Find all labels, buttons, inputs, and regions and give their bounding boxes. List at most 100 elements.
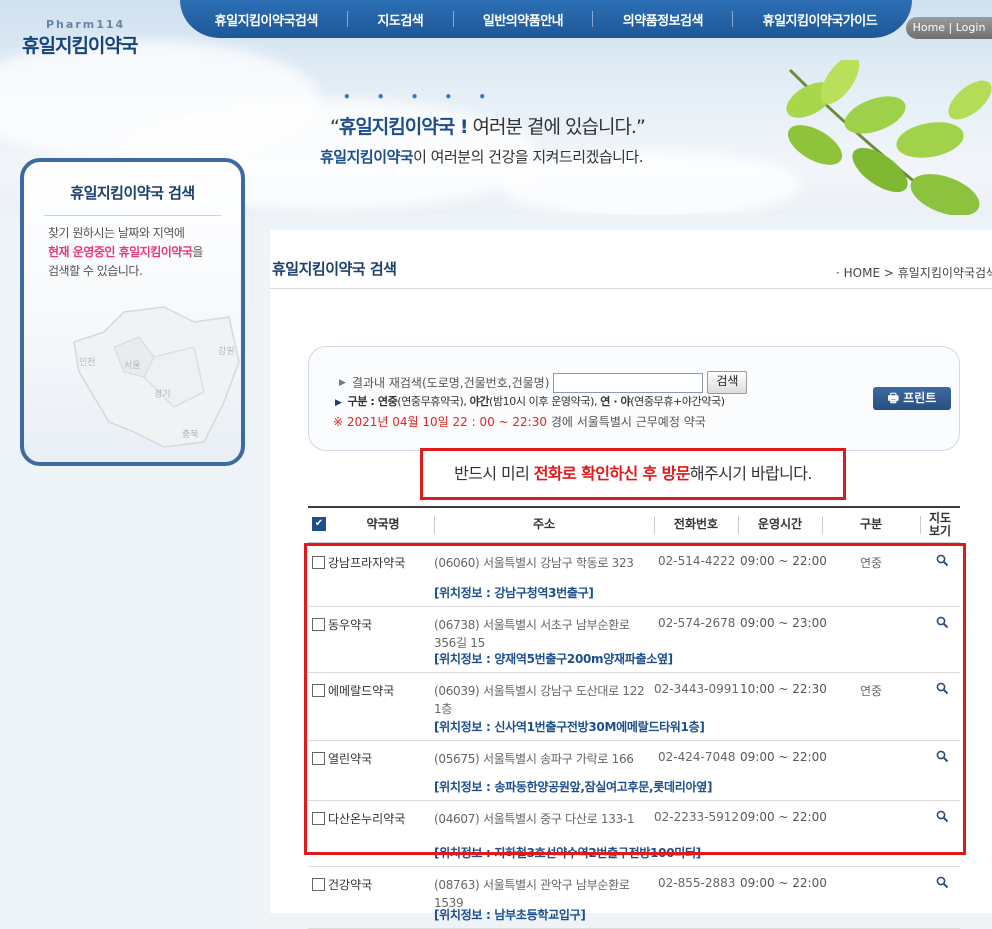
col-type: 구분	[859, 517, 883, 531]
call-ahead-notice: 반드시 미리 전화로 확인하신 후 방문해주시기 바랍니다.	[420, 448, 846, 500]
pharmacy-phone: 02-2233-5912	[654, 810, 740, 824]
pharmacy-location-info: [위치정보 : 송파동한양공원앞,잠실여고후문,롯데리아옆]	[434, 780, 713, 794]
row-checkbox[interactable]	[312, 812, 325, 825]
pharmacy-type: 연중	[860, 684, 883, 698]
printer-icon: 🖶	[887, 391, 904, 405]
logo-kr: 휴일지킴이약국	[22, 35, 138, 57]
pharmacy-address: (06738) 서울특별시 서초구 남부순환로 356길 15	[434, 618, 630, 650]
korea-region-map[interactable]: 인천 서울 경기 강원 충북	[54, 302, 244, 452]
pharmacy-name[interactable]: 에메랄드약국	[328, 682, 394, 699]
nav-pharmacy-guide[interactable]: 휴일지킴이약국가이드	[763, 10, 878, 29]
pharmacy-location-info: [위치정보 : 지하철3호선약수역2번출구전방100미터]	[434, 846, 701, 860]
search-panel: ▶ 결과내 재검색(도로명,건물번호,건물명) 검색 ▶ 구분 : 연중(연중무휴…	[308, 346, 960, 451]
slogan-strong: 휴일지킴이약국 !	[338, 116, 469, 138]
nav-separator	[347, 11, 349, 27]
triangle-bullet-icon: ▶	[335, 398, 342, 408]
refine-search-row: ▶ 결과내 재검색(도로명,건물번호,건물명) 검색	[339, 371, 748, 394]
slogan-main: “휴일지킴이약국 ! 여러분 곁에 있습니다.”	[330, 112, 646, 139]
pharmacy-hours: 09:00 ~ 22:00	[740, 750, 827, 764]
nav-drug-info-search[interactable]: 의약품정보검색	[623, 10, 704, 29]
pharmacy-phone: 02-3443-0991	[654, 682, 740, 696]
map-view-magnifier-icon[interactable]	[936, 682, 949, 695]
main-content: 휴일지킴이약국 검색 · HOME > 휴일지킴이약국검색 ▶ 결과내 재검색(…	[270, 230, 992, 929]
sidebar-description: 찾기 원하시는 날짜와 지역에 현재 운영중인 휴일지킴이약국을 검색할 수 있…	[48, 224, 217, 281]
row-checkbox[interactable]	[312, 684, 325, 697]
main-nav: 휴일지킴이약국검색 지도검색 일반의약품안내 의약품정보검색 휴일지킴이약국가이…	[180, 0, 912, 38]
refine-search-input[interactable]	[553, 372, 704, 393]
search-date: ※ 2021년 04월 10일 22 : 00 ~ 22:30	[333, 415, 547, 429]
table-row: 다산온누리약국 (04607) 서울특별시 중구 다산로 133-1 02-2233…	[308, 800, 960, 867]
leaves-decoration	[786, 60, 992, 215]
row-checkbox[interactable]	[312, 618, 325, 631]
legend-yagan-desc: (밤10시 이후 운영약국),	[489, 395, 601, 408]
map-label-incheon[interactable]: 인천	[79, 357, 96, 368]
pharmacy-hours: 09:00 ~ 22:00	[740, 810, 827, 824]
table-row: 건강약국 (08763) 서울특별시 관악구 남부순환로 1539 02-855-2…	[308, 866, 960, 929]
pharmacy-phone: 02-514-4222	[658, 554, 736, 568]
col-name: 약국명	[366, 517, 400, 531]
pharmacy-name[interactable]: 열린약국	[328, 750, 372, 767]
sidebar-line2: 현재 운영중인 휴일지킴이약국을	[48, 243, 217, 262]
map-label-seoul[interactable]: 서울	[124, 360, 141, 371]
map-view-magnifier-icon[interactable]	[936, 750, 949, 763]
table-header: ✔ 약국명 주소 전화번호 운영시간 구분 지도 보기	[308, 506, 960, 543]
notice-post: 해주시기 바랍니다.	[689, 464, 813, 483]
page-title: 휴일지킴이약국 검색	[272, 260, 397, 278]
pharmacy-location-info: [위치정보 : 신사역1번출구전방30M에메랄드타워1층]	[434, 720, 705, 734]
sidebar-line1: 찾기 원하시는 날짜와 지역에	[48, 226, 185, 240]
sidebar-line2-rest: 을	[192, 245, 203, 259]
pharmacy-address: (06060) 서울특별시 강남구 학동로 323	[434, 556, 634, 570]
pharmacy-name[interactable]: 동우약국	[328, 616, 372, 633]
pharmacy-phone: 02-855-2883	[658, 876, 736, 890]
pharmacy-name[interactable]: 건강약국	[328, 876, 372, 893]
sidebar-line3: 검색할 수 있습니다.	[48, 264, 143, 278]
print-button[interactable]: 🖶 프린트	[873, 387, 951, 410]
legend-prefix: 구분 :	[347, 395, 378, 408]
pharmacy-hours: 09:00 ~ 22:00	[740, 876, 827, 890]
slogan-rest: 여러분 곁에 있습니다.”	[467, 116, 646, 138]
map-label-gyeonggi[interactable]: 경기	[154, 388, 171, 400]
sidebar-line2-highlight: 현재 운영중인 휴일지킴이약국	[48, 245, 193, 259]
sidebar-title: 휴일지킴이약국 검색	[70, 184, 195, 202]
pharmacy-name[interactable]: 강남프라자약국	[328, 554, 405, 571]
pharmacy-name[interactable]: 다산온누리약국	[328, 810, 405, 827]
map-view-magnifier-icon[interactable]	[936, 616, 949, 629]
legend-yeon-ya: 연 · 야	[600, 395, 631, 408]
map-label-chungbuk[interactable]: 충북	[182, 429, 199, 440]
legend-yeonjung-desc: (연중무휴약국),	[397, 395, 470, 408]
sidebar-divider	[44, 215, 221, 216]
site-logo[interactable]: Pharm114 휴일지킴이약국	[22, 18, 138, 58]
nav-otc-guide[interactable]: 일반의약품안내	[483, 10, 564, 29]
search-button[interactable]: 검색	[707, 371, 748, 394]
search-date-info: ※ 2021년 04월 10일 22 : 00 ~ 22:30 경에 서울특별시…	[333, 413, 706, 430]
nav-holiday-pharmacy-search[interactable]: 휴일지킴이약국검색	[215, 10, 319, 29]
legend-yeon-ya-desc: (연중무휴+야간약국)	[630, 395, 725, 408]
home-login-button[interactable]: Home | Login	[906, 17, 992, 39]
row-checkbox[interactable]	[312, 556, 325, 569]
map-view-magnifier-icon[interactable]	[936, 810, 949, 823]
select-all-checkbox[interactable]: ✔	[312, 517, 326, 531]
legend-row: ▶ 구분 : 연중(연중무휴약국), 야간(밤10시 이후 운영약국), 연 · …	[335, 393, 725, 409]
map-label-gangwon[interactable]: 강원	[218, 346, 235, 357]
legend-yagan: 야간	[469, 395, 490, 408]
title-divider	[270, 288, 992, 289]
pharmacy-address: (04607) 서울특별시 중구 다산로 133-1	[434, 812, 635, 826]
col-hours: 운영시간	[757, 517, 803, 531]
pharmacy-hours: 10:00 ~ 22:30	[740, 682, 827, 696]
table-row: 강남프라자약국 (06060) 서울특별시 강남구 학동로 323 02-514-4…	[308, 544, 960, 607]
pharmacy-location-info: [위치정보 : 남부초등학교입구]	[434, 908, 586, 922]
col-phone: 전화번호	[673, 517, 719, 531]
pharmacy-address: (05675) 서울특별시 송파구 가락로 166	[434, 752, 634, 766]
map-view-magnifier-icon[interactable]	[936, 876, 949, 889]
pharmacy-hours: 09:00 ~ 23:00	[740, 616, 827, 630]
row-checkbox[interactable]	[312, 752, 325, 765]
slogan-sub-strong: 휴일지킴이약국	[320, 148, 414, 166]
slogan-sub: 휴일지킴이약국이 여러분의 건강을 지켜드리겠습니다.	[320, 146, 643, 167]
col-map: 지도 보기	[928, 511, 952, 538]
slogan-sub-rest: 이 여러분의 건강을 지켜드리겠습니다.	[413, 148, 643, 166]
refine-search-label: 결과내 재검색(도로명,건물번호,건물명)	[351, 376, 550, 390]
nav-map-search[interactable]: 지도검색	[377, 10, 423, 29]
sidebar-search-box: 휴일지킴이약국 검색 찾기 원하시는 날짜와 지역에 현재 운영중인 휴일지킴이…	[20, 158, 245, 466]
row-checkbox[interactable]	[312, 878, 325, 891]
map-view-magnifier-icon[interactable]	[936, 554, 949, 567]
